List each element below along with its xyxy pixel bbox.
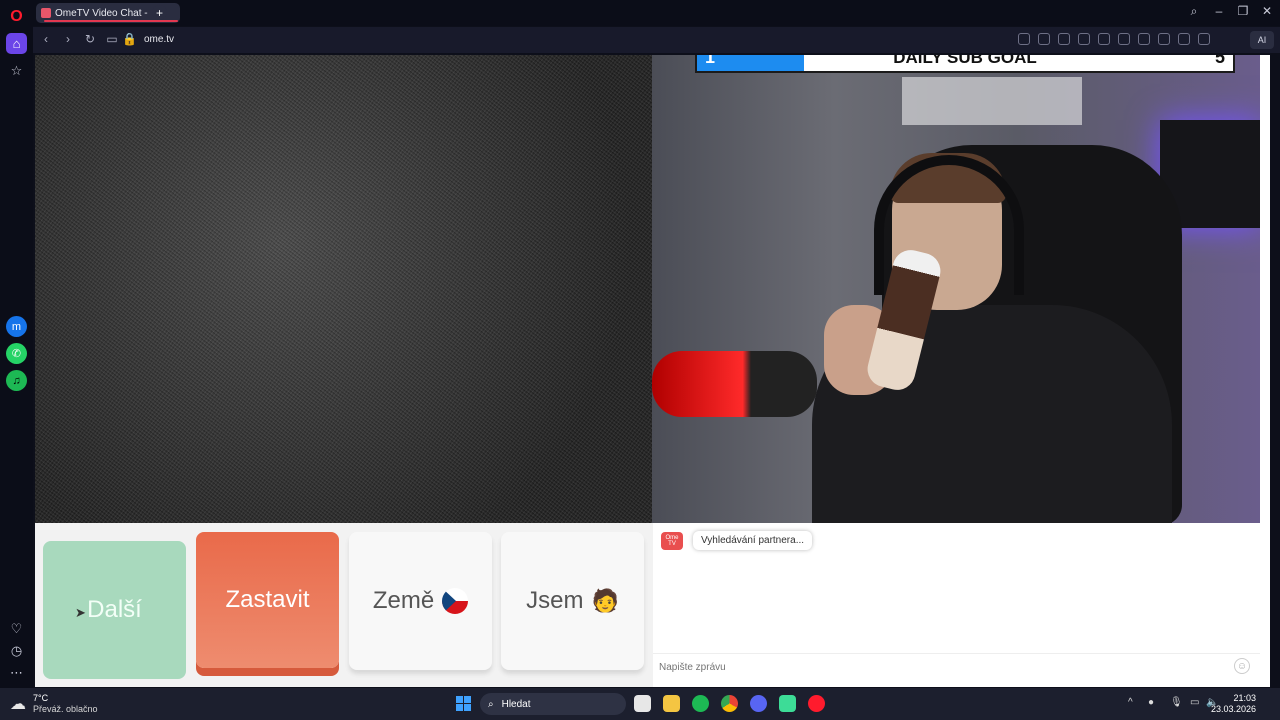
opera-taskbar-icon[interactable] xyxy=(808,695,825,712)
more-icon[interactable]: ⋯ xyxy=(6,662,27,683)
boy-emoji-icon: 🧑 xyxy=(591,588,619,613)
task-view-icon[interactable] xyxy=(634,695,651,712)
address-bar: ‹ › ↻ ▭ 🔒 ome.tv AI xyxy=(33,27,1280,53)
reload-icon[interactable]: ↻ xyxy=(83,32,97,46)
czech-flag-icon xyxy=(442,588,469,614)
next-button-label: Další xyxy=(87,596,142,623)
weather-cloud-icon[interactable]: ☁ xyxy=(10,694,26,714)
lock-icon: 🔒 xyxy=(122,32,137,46)
emoji-icon[interactable]: ☺ xyxy=(1234,658,1250,674)
wall-shelf xyxy=(902,77,1082,125)
gender-button-label: Jsem xyxy=(526,587,584,614)
ometv-page: 1 DAILY SUB GOAL 5 Další ➤ Zastavit Země… xyxy=(35,55,1270,687)
history-clock-icon[interactable]: ◷ xyxy=(6,640,27,661)
country-button[interactable]: Země xyxy=(349,532,492,670)
spotify-icon[interactable]: ♫ xyxy=(6,370,27,391)
download-icon[interactable] xyxy=(1198,33,1210,45)
chat-status-message: Vyhledávání partnera... xyxy=(693,531,813,550)
shield-icon[interactable] xyxy=(1058,33,1070,45)
spotify-app-icon[interactable] xyxy=(692,695,709,712)
chat-input-bar: ☺ xyxy=(653,653,1260,679)
chat-controls: Další ➤ Zastavit Země Jsem 🧑 xyxy=(35,523,652,687)
stop-button[interactable]: Zastavit xyxy=(196,532,339,668)
windows-start-icon[interactable] xyxy=(456,696,471,711)
sub-goal-overlay: 1 DAILY SUB GOAL 5 xyxy=(695,55,1235,73)
heart-icon[interactable] xyxy=(1138,33,1150,45)
microphone xyxy=(652,351,817,417)
message-input[interactable] xyxy=(659,659,1219,675)
send-icon[interactable] xyxy=(1118,33,1130,45)
chrome-icon[interactable] xyxy=(721,695,738,712)
camera-snapshot-icon[interactable] xyxy=(1038,33,1050,45)
tray-app-icon[interactable]: ● xyxy=(1148,697,1154,708)
extension-toolbar xyxy=(1018,33,1210,45)
tab-bar: OmeTV Video Chat - + ⌕ – ❐ ✕ xyxy=(33,0,1280,26)
search-label: Hledat xyxy=(501,698,531,710)
sub-goal-title: DAILY SUB GOAL xyxy=(893,55,1037,67)
ometv-logo-icon: Ome TV xyxy=(661,532,683,550)
forward-icon[interactable]: › xyxy=(61,32,75,46)
microphone-icon[interactable]: 🎙 xyxy=(1170,697,1183,708)
weather-temperature[interactable]: 7°C xyxy=(33,693,48,703)
clock-time[interactable]: 21:03 xyxy=(1233,693,1256,703)
network-icon[interactable]: ▭ xyxy=(1190,697,1199,708)
next-button[interactable]: Další xyxy=(43,541,186,679)
restore-button[interactable]: ❐ xyxy=(1235,4,1251,18)
back-icon[interactable]: ‹ xyxy=(39,32,53,46)
gender-button[interactable]: Jsem 🧑 xyxy=(501,532,644,670)
chat-panel: Ome TV Vyhledávání partnera... ☺ xyxy=(653,523,1260,687)
stranger-video-static xyxy=(35,55,652,523)
whatsapp-icon[interactable]: ✆ xyxy=(6,343,27,364)
ai-button[interactable]: AI xyxy=(1250,31,1274,49)
stop-button-label: Zastavit xyxy=(225,586,310,613)
weather-description[interactable]: Převáž. oblačno xyxy=(33,704,98,714)
taskbar-search[interactable]: ⌕ Hledat xyxy=(480,693,626,715)
profile-icon[interactable] xyxy=(1178,33,1190,45)
country-button-label: Země xyxy=(372,587,435,614)
sub-goal-target: 5 xyxy=(1214,55,1225,67)
clock-date[interactable]: 23.03.2026 xyxy=(1211,704,1256,714)
wallet-icon[interactable] xyxy=(1098,33,1110,45)
menu-icon[interactable] xyxy=(1158,33,1170,45)
page-scrollbar[interactable] xyxy=(1260,55,1270,687)
new-tab-button[interactable]: + xyxy=(152,5,167,20)
search-icon: ⌕ xyxy=(488,698,494,710)
tab-audio-indicator xyxy=(44,20,178,22)
windows-taskbar: ☁ 7°C Převáž. oblačno ⌕ Hledat ^ ● 🎙 ▭ 🔈… xyxy=(0,688,1280,720)
heart-icon[interactable]: ♡ xyxy=(6,618,27,639)
url-field[interactable]: ome.tv xyxy=(144,34,174,45)
file-explorer-icon[interactable] xyxy=(663,695,680,712)
camera-icon[interactable]: ▭ xyxy=(105,32,119,46)
tab-favicon-icon xyxy=(41,8,51,18)
app-icon[interactable] xyxy=(779,695,796,712)
tab-title: OmeTV Video Chat - xyxy=(55,7,148,19)
tab-search-icon[interactable]: ⌕ xyxy=(1186,4,1202,19)
vpn-icon[interactable] xyxy=(1078,33,1090,45)
close-button[interactable]: ✕ xyxy=(1259,4,1275,18)
browser-sidebar: O ⌂ ☆ m ✆ ♫ ♡ ◷ ⋯ xyxy=(0,0,33,688)
discord-icon[interactable] xyxy=(750,695,767,712)
tray-chevron-icon[interactable]: ^ xyxy=(1128,697,1133,708)
home-icon[interactable]: ⌂ xyxy=(6,33,27,54)
minimize-button[interactable]: – xyxy=(1211,4,1227,18)
edit-icon[interactable] xyxy=(1018,33,1030,45)
self-webcam-video xyxy=(652,55,1260,523)
mouse-cursor-icon: ➤ xyxy=(75,605,86,620)
bookmark-star-icon[interactable]: ☆ xyxy=(6,60,27,81)
opera-logo-icon[interactable]: O xyxy=(6,6,27,27)
messenger-icon[interactable]: m xyxy=(6,316,27,337)
